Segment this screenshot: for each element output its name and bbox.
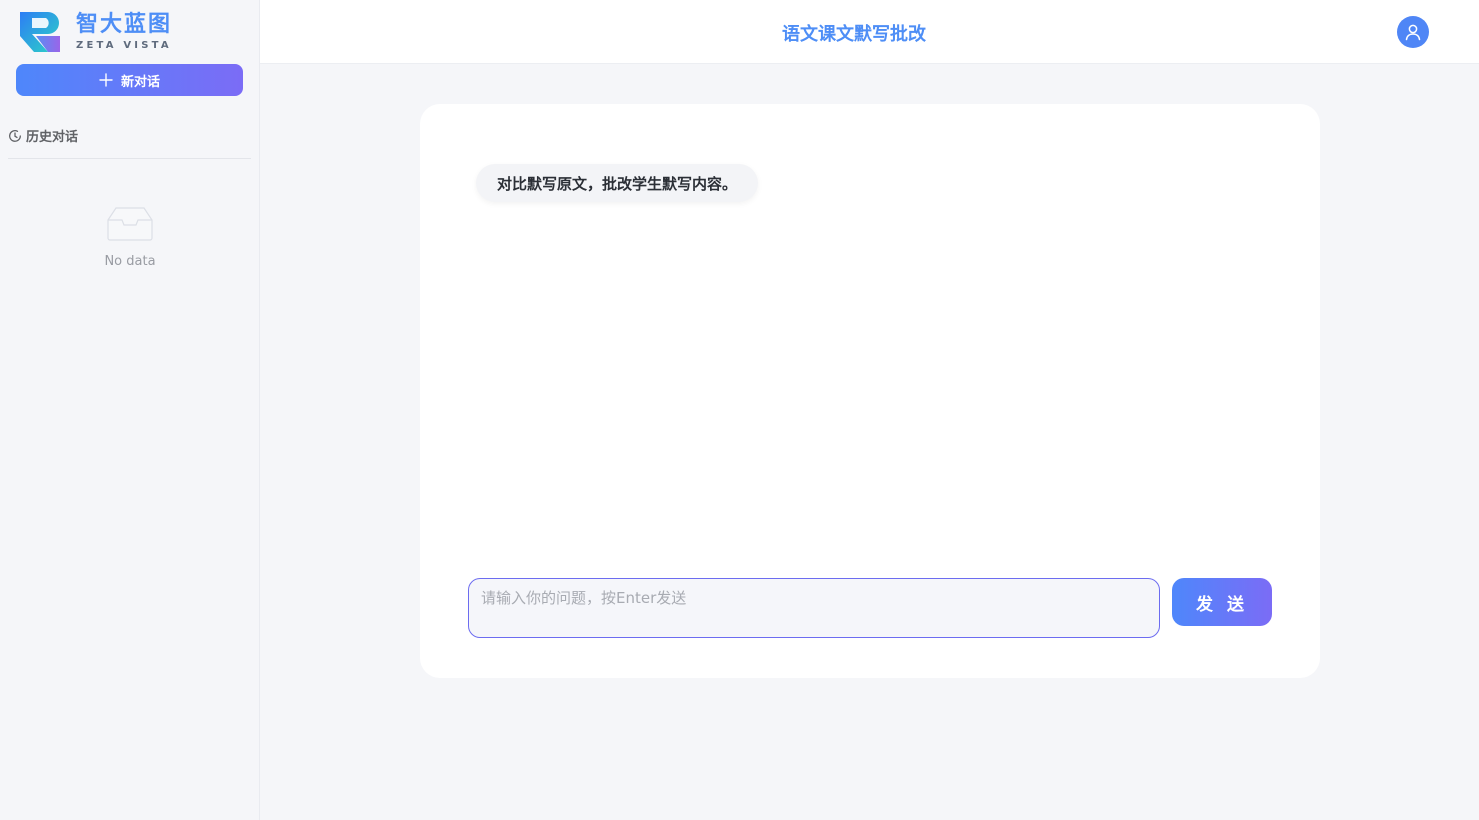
- brand-logo-icon: [20, 12, 60, 52]
- page-title: 语文课文默写批改: [782, 24, 926, 45]
- plus-icon: [99, 73, 113, 87]
- brand-name-en: ZETA VISTA: [76, 40, 172, 51]
- brand-logo[interactable]: 智大蓝图 ZETA VISTA: [18, 10, 172, 54]
- new-chat-button[interactable]: 新对话: [16, 64, 243, 96]
- history-empty-state: No data: [0, 202, 260, 269]
- send-button[interactable]: 发 送: [1172, 578, 1272, 626]
- history-heading: 历史对话: [8, 126, 78, 145]
- history-label: 历史对话: [26, 130, 79, 145]
- new-chat-label: 新对话: [120, 74, 160, 90]
- top-header: 语文课文默写批改: [260, 0, 1479, 64]
- inbox-empty-icon: [107, 207, 153, 241]
- history-divider: [8, 158, 251, 159]
- empty-text: No data: [104, 254, 156, 269]
- chat-panel: 对比默写原文，批改学生默写内容。 发 送: [420, 104, 1320, 678]
- user-icon: [1405, 24, 1421, 41]
- brand-text: 智大蓝图 ZETA VISTA: [76, 12, 172, 52]
- chat-input[interactable]: [468, 578, 1160, 638]
- sidebar: 智大蓝图 ZETA VISTA 新对话 历史对话 No data: [0, 0, 260, 820]
- chat-message: 对比默写原文，批改学生默写内容。: [476, 164, 759, 202]
- user-avatar-button[interactable]: [1397, 16, 1429, 48]
- brand-name-cn: 智大蓝图: [76, 12, 173, 37]
- app-root: 智大蓝图 ZETA VISTA 新对话 历史对话 No data 语文课文默写批…: [0, 0, 1479, 820]
- clock-history-icon: [9, 129, 21, 142]
